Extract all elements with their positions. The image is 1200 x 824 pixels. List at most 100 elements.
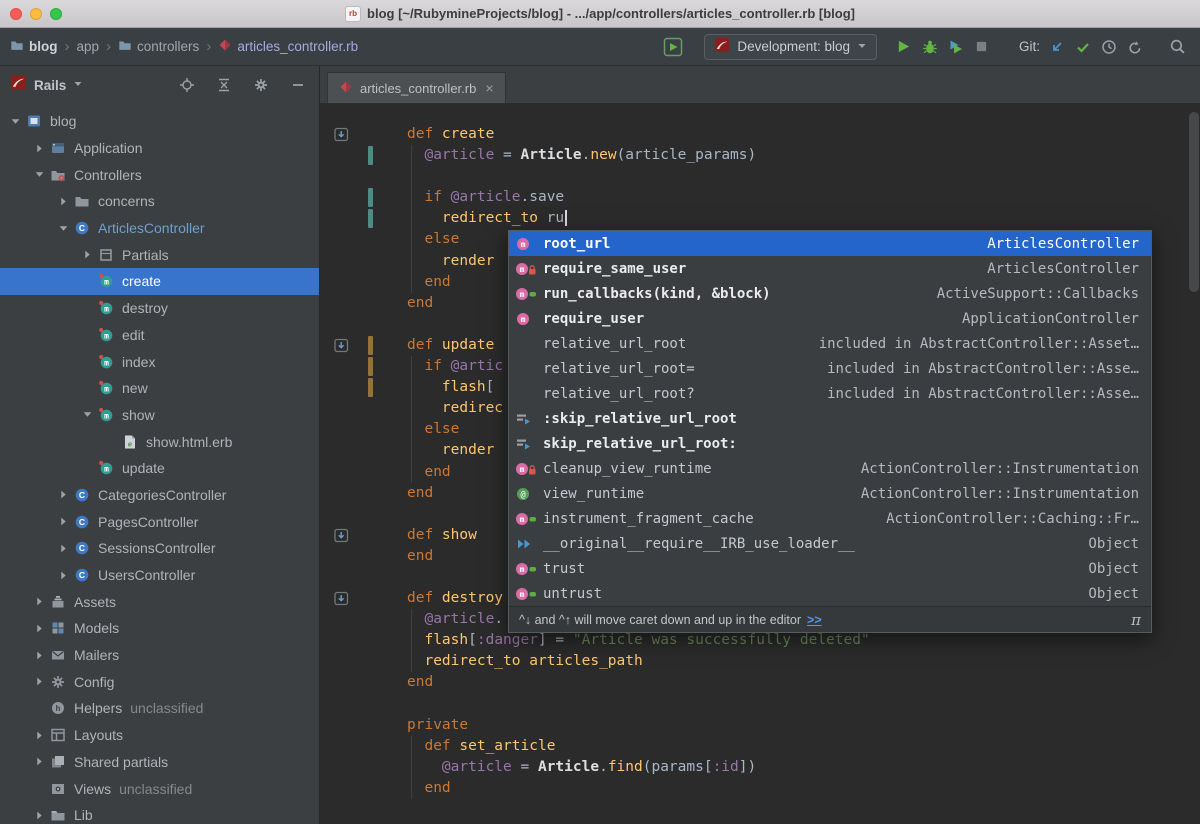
code-line[interactable]: redirect_to articles_path xyxy=(320,651,1200,672)
tree-item-shared-partials[interactable]: Shared partials xyxy=(0,749,319,776)
tree-item-helpers[interactable]: hHelpersunclassified xyxy=(0,695,319,722)
completion-item-root-url[interactable]: mroot_urlArticlesController xyxy=(509,231,1151,256)
close-window-button[interactable] xyxy=(10,8,22,20)
chevron-right-icon[interactable] xyxy=(30,676,48,687)
tree-item-models[interactable]: Models xyxy=(0,615,319,642)
project-view-selector[interactable]: Rails xyxy=(34,78,66,93)
code-line[interactable]: end xyxy=(320,778,1200,799)
tree-item-concerns[interactable]: concerns xyxy=(0,188,319,215)
chevron-right-icon[interactable] xyxy=(78,249,96,260)
code-line[interactable]: def set_article xyxy=(320,736,1200,757)
tree-item-userscontroller[interactable]: CUsersController xyxy=(0,562,319,589)
tree-item-partials[interactable]: Partials xyxy=(0,241,319,268)
code-line[interactable]: @article = Article.new(article_params) xyxy=(320,145,1200,166)
pi-icon[interactable]: π xyxy=(1131,611,1141,629)
completion-item-view-runtime[interactable]: @view_runtimeActionController::Instrumen… xyxy=(509,481,1151,506)
tree-item-mailers[interactable]: Mailers xyxy=(0,642,319,669)
open-console-icon[interactable] xyxy=(660,34,686,60)
hint-more-link[interactable]: >> xyxy=(807,613,822,627)
run-configuration-selector[interactable]: Development: blog xyxy=(704,34,877,60)
tree-item-controllers[interactable]: Controllers xyxy=(0,161,319,188)
tree-item-sessionscontroller[interactable]: CSessionsController xyxy=(0,535,319,562)
chevron-down-icon[interactable] xyxy=(78,409,96,420)
completion-item-cleanup-view-runtime[interactable]: mcleanup_view_runtimeActionController::I… xyxy=(509,456,1151,481)
tree-item-show-html-erb[interactable]: eshow.html.erb xyxy=(0,428,319,455)
breadcrumb-item-app[interactable]: app xyxy=(77,39,100,54)
completion-item-relative-url-root[interactable]: relative_url_rootincluded in AbstractCon… xyxy=(509,331,1151,356)
chevron-down-icon[interactable] xyxy=(73,76,83,94)
completion-item-relative-url-root[interactable]: relative_url_root=included in AbstractCo… xyxy=(509,356,1151,381)
tree-item-articlescontroller[interactable]: CArticlesController xyxy=(0,215,319,242)
tree-item-pagescontroller[interactable]: CPagesController xyxy=(0,508,319,535)
completion-item-require-same-user[interactable]: mrequire_same_userArticlesController xyxy=(509,256,1151,281)
completion-item-instrument-fragment-cache[interactable]: minstrument_fragment_cacheActionControll… xyxy=(509,506,1151,531)
tree-item-lib[interactable]: Lib xyxy=(0,802,319,824)
code-line[interactable]: end xyxy=(320,672,1200,693)
tree-item-application[interactable]: Application xyxy=(0,135,319,162)
completion-item-skip-relative-url-root[interactable]: :skip_relative_url_root xyxy=(509,406,1151,431)
editor-scrollbar[interactable] xyxy=(1187,104,1200,824)
completion-item-run-callbacks-kind-block[interactable]: mrun_callbacks(kind, &block)ActiveSuppor… xyxy=(509,281,1151,306)
run-button[interactable] xyxy=(891,34,917,60)
hide-panel-icon[interactable] xyxy=(287,74,309,96)
minimize-window-button[interactable] xyxy=(30,8,42,20)
history-icon[interactable] xyxy=(1096,34,1122,60)
tree-item-blog[interactable]: blog xyxy=(0,108,319,135)
chevron-down-icon[interactable] xyxy=(6,116,24,127)
breadcrumb-item-controllers[interactable]: controllers xyxy=(118,38,199,55)
chevron-right-icon[interactable] xyxy=(30,143,48,154)
tree-item-config[interactable]: Config xyxy=(0,668,319,695)
tree-item-new[interactable]: mnew xyxy=(0,375,319,402)
rollback-icon[interactable] xyxy=(1122,34,1148,60)
chevron-right-icon[interactable] xyxy=(30,756,48,767)
vcs-commit-icon[interactable] xyxy=(1070,34,1096,60)
code-line[interactable] xyxy=(320,166,1200,187)
code-line[interactable]: if @article.save xyxy=(320,187,1200,208)
tree-item-update[interactable]: mupdate xyxy=(0,455,319,482)
completion-item-skip-relative-url-root[interactable]: skip_relative_url_root: xyxy=(509,431,1151,456)
search-everywhere-icon[interactable] xyxy=(1164,34,1190,60)
tree-item-edit[interactable]: medit xyxy=(0,322,319,349)
close-tab-icon[interactable]: × xyxy=(485,80,493,96)
code-line[interactable] xyxy=(320,694,1200,715)
breadcrumb-item-blog[interactable]: blog xyxy=(10,38,58,55)
collapse-all-icon[interactable] xyxy=(213,74,235,96)
code-line[interactable]: def create xyxy=(320,124,1200,145)
stop-button[interactable] xyxy=(969,34,995,60)
debug-button[interactable] xyxy=(917,34,943,60)
tree-item-create[interactable]: mcreate xyxy=(0,268,319,295)
settings-gear-icon[interactable] xyxy=(250,74,272,96)
tree-item-categoriescontroller[interactable]: CCategoriesController xyxy=(0,482,319,509)
chevron-right-icon[interactable] xyxy=(30,730,48,741)
locate-icon[interactable] xyxy=(176,74,198,96)
completion-item-require-user[interactable]: mrequire_userApplicationController xyxy=(509,306,1151,331)
chevron-right-icon[interactable] xyxy=(30,810,48,821)
completion-item-original-require-irb-use-loader[interactable]: __original__require__IRB_use_loader__Obj… xyxy=(509,531,1151,556)
chevron-right-icon[interactable] xyxy=(30,650,48,661)
scrollbar-thumb[interactable] xyxy=(1189,112,1199,292)
completion-item-relative-url-root[interactable]: relative_url_root?included in AbstractCo… xyxy=(509,381,1151,406)
chevron-right-icon[interactable] xyxy=(30,596,48,607)
completion-item-trust[interactable]: mtrustObject xyxy=(509,556,1151,581)
tree-item-destroy[interactable]: mdestroy xyxy=(0,295,319,322)
code-line[interactable]: redirect_to ru xyxy=(320,208,1200,229)
vcs-update-icon[interactable] xyxy=(1044,34,1070,60)
tree-item-layouts[interactable]: Layouts xyxy=(0,722,319,749)
tree-item-show[interactable]: mshow xyxy=(0,402,319,429)
completion-item-untrust[interactable]: muntrustObject xyxy=(509,581,1151,606)
tree-item-index[interactable]: mindex xyxy=(0,348,319,375)
tree-item-assets[interactable]: Assets xyxy=(0,588,319,615)
tab-articles-controller[interactable]: articles_controller.rb × xyxy=(327,72,506,103)
chevron-down-icon[interactable] xyxy=(30,169,48,180)
tree-item-views[interactable]: Viewsunclassified xyxy=(0,775,319,802)
code-line[interactable]: @article = Article.find(params[:id]) xyxy=(320,757,1200,778)
code-line[interactable]: flash[:danger] = "Article was successful… xyxy=(320,630,1200,651)
chevron-down-icon[interactable] xyxy=(54,223,72,234)
chevron-right-icon[interactable] xyxy=(54,489,72,500)
chevron-right-icon[interactable] xyxy=(54,516,72,527)
chevron-right-icon[interactable] xyxy=(30,623,48,634)
breadcrumb-item-articles-controller-rb[interactable]: articles_controller.rb xyxy=(218,38,358,55)
code-line[interactable]: private xyxy=(320,715,1200,736)
run-with-coverage-icon[interactable] xyxy=(943,34,969,60)
zoom-window-button[interactable] xyxy=(50,8,62,20)
